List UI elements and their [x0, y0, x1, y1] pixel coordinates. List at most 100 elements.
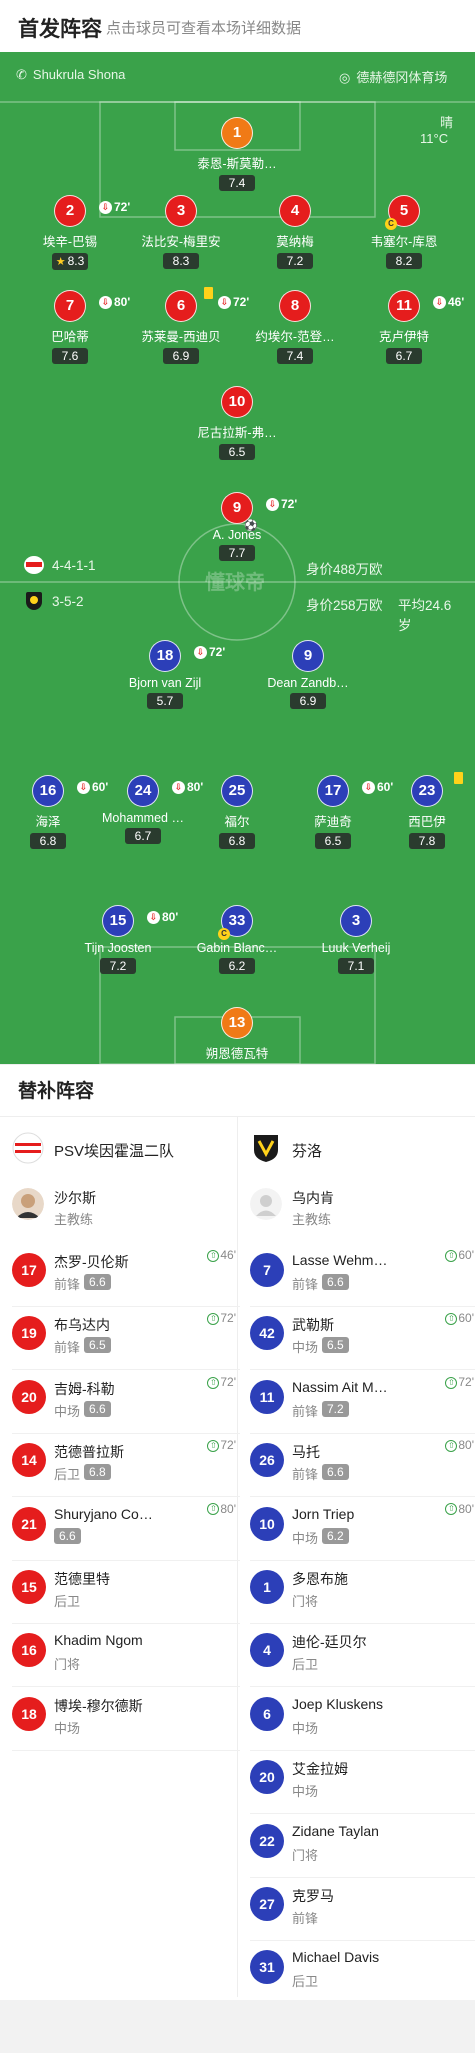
- sub-in-minute: 80': [458, 1501, 474, 1516]
- sub-in-time: ⇧ 80': [207, 1502, 236, 1516]
- goal-ball-icon: ⚽: [244, 520, 258, 532]
- away-player-33[interactable]: 33 C Gabin Blanc… 6.2: [182, 905, 292, 975]
- player-rating: 6.5: [84, 1337, 111, 1354]
- yellow-card-icon: [204, 287, 213, 299]
- sub-in-icon: ⇧: [207, 1249, 220, 1262]
- away-player-9[interactable]: 9 Dean Zandb… 6.9: [253, 640, 363, 710]
- away-sub-4[interactable]: 4 迪伦-廷贝尔 后卫: [250, 1623, 475, 1686]
- sub-in-time: ⇧ 72': [207, 1375, 236, 1389]
- away-sub-27[interactable]: 27 克罗马 前锋: [250, 1877, 475, 1940]
- jersey-number: 6: [250, 1696, 284, 1731]
- home-player-10[interactable]: 10 尼古拉斯-弗… 6.5: [182, 386, 292, 461]
- sub-in-time: ⇧ 72': [445, 1375, 474, 1389]
- jersey-number: 14: [12, 1443, 46, 1478]
- section-divider: [0, 1064, 475, 1065]
- home-sub-18[interactable]: 18 博埃-穆尔德斯 中场: [12, 1687, 240, 1750]
- sub-in-icon: ⇧: [207, 1440, 220, 1453]
- player-position: 前锋: [54, 1277, 81, 1292]
- away-sub-31[interactable]: 31 Michael Davis 后卫: [250, 1940, 475, 2003]
- jersey-number: 17 ⇩ 60': [317, 775, 393, 807]
- rating-value: 6.9: [299, 694, 317, 708]
- home-sub-16[interactable]: 16 Khadim Ngom 门将: [12, 1623, 240, 1686]
- player-name: Tijn Joosten: [84, 941, 152, 955]
- away-sub-42[interactable]: 42 武勒斯 中场 6.5 ⇧ 60': [250, 1306, 475, 1369]
- jersey-number: 18 ⇩ 72': [149, 640, 225, 672]
- jersey-number: 10: [250, 1506, 284, 1541]
- home-sub-14[interactable]: 14 范德普拉斯 后卫 6.8 ⇧ 72': [12, 1433, 240, 1496]
- home-sub-21[interactable]: 21 Shuryjano Co… 6.6 ⇧ 80': [12, 1497, 240, 1560]
- away-sub-10[interactable]: 10 Jorn Triep 中场 6.2 ⇧ 80': [250, 1497, 475, 1560]
- sub-out-icon: ⇩: [266, 498, 279, 512]
- jersey-number: 19: [12, 1316, 46, 1351]
- sub-in-icon: ⇧: [445, 1313, 458, 1326]
- home-player-7[interactable]: 7 ⇩ 80' 巴哈蒂 7.6: [15, 290, 130, 365]
- home-player-4[interactable]: 4 莫纳梅 7.2: [240, 195, 350, 270]
- jersey-number: 7: [250, 1253, 284, 1287]
- away-player-18[interactable]: 18 ⇩ 72' Bjorn van Zijl 5.7: [110, 640, 225, 710]
- away-player-13[interactable]: 13朔恩德瓦特7.1: [182, 1007, 292, 1064]
- sub-in-time: ⇧ 46': [207, 1248, 236, 1262]
- sub-in-icon: ⇧: [445, 1376, 458, 1389]
- player-rating: 6.6: [84, 1400, 111, 1417]
- away-coach-name: 乌内肯: [292, 1190, 334, 1206]
- sub-in-time: ⇧ 80': [445, 1502, 474, 1516]
- sub-out-time: 80': [162, 910, 179, 924]
- away-player-15[interactable]: 15 ⇩ 80' Tijn Joosten 7.2: [63, 905, 178, 975]
- player-name: 克罗马: [292, 1888, 334, 1904]
- player-name: 福尔: [224, 815, 250, 829]
- away-player-23[interactable]: 23 西巴伊 7.8: [372, 772, 475, 850]
- vvv-logo-icon: [26, 592, 42, 610]
- away-sub-6[interactable]: 6 Joep Kluskens 中场: [250, 1687, 475, 1750]
- home-player-9[interactable]: 9 ⇩ 72' ⚽ A. Jones 7.7: [182, 492, 297, 562]
- player-name: 马托: [292, 1444, 320, 1461]
- home-player-1[interactable]: 1 泰恩-斯莫勒… 7.4: [182, 117, 292, 192]
- away-sub-7[interactable]: 7 Lasse Wehm… 前锋 6.6 ⇧ 60': [250, 1243, 475, 1306]
- home-player-2[interactable]: 2 ⇩ 72' 埃辛-巴锡 ★ 8.3: [15, 195, 130, 270]
- away-sub-20[interactable]: 20 艾金拉姆 中场: [250, 1750, 475, 1813]
- away-sub-26[interactable]: 26 马托 前锋 6.6 ⇧ 80': [250, 1433, 475, 1496]
- player-position: 门将: [292, 1594, 319, 1609]
- home-sub-19[interactable]: 19 布乌达内 前锋 6.5 ⇧ 72': [12, 1306, 240, 1369]
- player-name: Zidane Taylan: [292, 1822, 379, 1839]
- home-player-6[interactable]: 6 ⇩ 72' 苏莱曼-西迪贝 6.9: [126, 287, 249, 365]
- player-name: Gabin Blanc…: [196, 941, 278, 955]
- home-sub-17[interactable]: 17 杰罗-贝伦斯 前锋 6.6 ⇧ 46': [12, 1243, 240, 1306]
- home-player-8[interactable]: 8 约埃尔-范登… 7.4: [240, 290, 350, 365]
- player-rating: 6.8: [219, 833, 255, 849]
- jersey-number: 9: [292, 640, 324, 672]
- psv-logo-icon: [24, 556, 44, 574]
- player-rating: 7.7: [219, 545, 255, 561]
- home-player-3[interactable]: 3 法比安-梅里安 8.3: [126, 195, 236, 270]
- sub-out-time: 72': [209, 645, 226, 659]
- player-position: 后卫: [54, 1594, 81, 1609]
- watermark: 懂球帝: [205, 572, 265, 594]
- away-sub-1[interactable]: 1 多恩布施 门将: [250, 1560, 475, 1623]
- jersey-number: 16: [12, 1633, 46, 1668]
- away-sub-11[interactable]: 11 Nassim Ait M… 前锋 7.2 ⇧ 72': [250, 1370, 475, 1433]
- sub-in-minute: 60': [458, 1311, 474, 1326]
- home-sub-15[interactable]: 15 范德里特 后卫: [12, 1560, 240, 1623]
- rating-value: 6.7: [395, 349, 413, 363]
- home-sub-20[interactable]: 20 吉姆-科勒 中场 6.6 ⇧ 72': [12, 1370, 240, 1433]
- rating-value: 7.4: [286, 349, 304, 363]
- away-player-3[interactable]: 3 Luuk Verheij 7.1: [301, 905, 411, 975]
- rating-value: 6.9: [172, 349, 190, 363]
- jersey-number: 17: [12, 1253, 46, 1287]
- sub-in-minute: 80': [458, 1438, 474, 1453]
- jersey-number: 6 ⇩ 72': [165, 287, 249, 322]
- rating-value: 6.5: [228, 445, 246, 459]
- rating-value: 5.7: [156, 694, 174, 708]
- jersey-number: 11 ⇩ 46': [388, 290, 464, 322]
- home-player-11[interactable]: 11 ⇩ 46' 克卢伊特 6.7: [349, 290, 464, 365]
- stadium-info: ◎ 德赫德冈体育场: [339, 67, 447, 86]
- player-rating: 6.8: [84, 1464, 111, 1481]
- jersey-number: 15 ⇩ 80': [102, 905, 178, 937]
- player-position: 前锋: [292, 1911, 319, 1926]
- away-player-25[interactable]: 25 福尔 6.8: [182, 775, 292, 850]
- home-player-5[interactable]: 5 C 韦塞尔-库恩 8.2: [349, 195, 459, 270]
- sub-out-time: 72': [281, 497, 298, 511]
- player-rating: 6.8: [30, 833, 66, 849]
- away-sub-22[interactable]: 22 Zidane Taylan 门将: [250, 1814, 475, 1877]
- captain-icon: C: [385, 218, 397, 230]
- player-name: Luuk Verheij: [321, 941, 391, 955]
